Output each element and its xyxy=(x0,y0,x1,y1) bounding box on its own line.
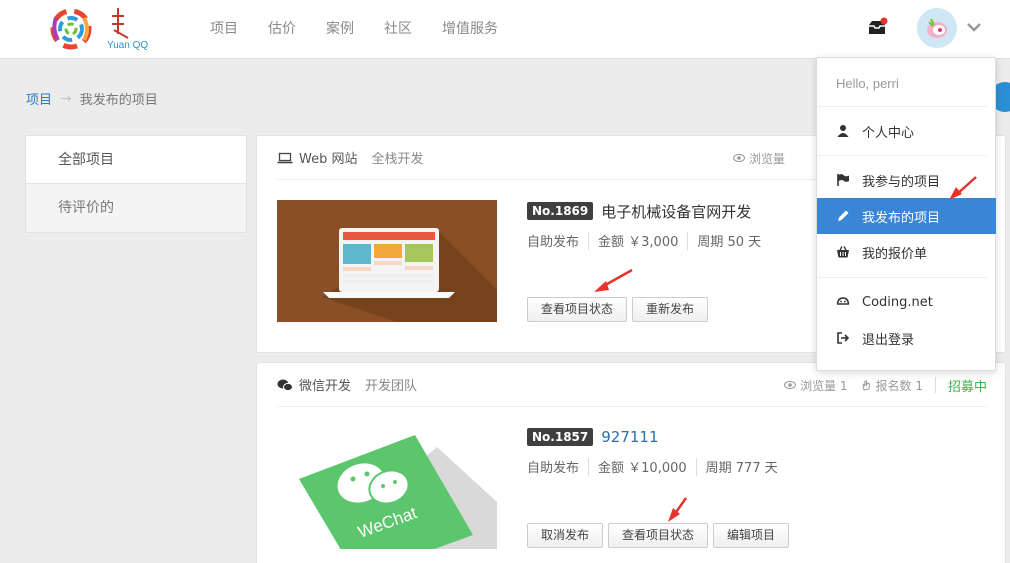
nav-projects[interactable]: 项目 xyxy=(210,18,238,38)
user-dropdown-menu: Hello, perri 个人中心 我参与的项目 我发布的项目 我的报价单 Co… xyxy=(816,57,996,371)
nav-community[interactable]: 社区 xyxy=(384,18,412,38)
project-category: Web 网站 xyxy=(299,152,358,167)
sidebar-item-all[interactable]: 全部项目 xyxy=(26,136,246,184)
nav-estimate[interactable]: 估价 xyxy=(268,18,296,38)
view-status-button[interactable]: 查看项目状态 xyxy=(527,297,628,322)
project-period: 周期 50 天 xyxy=(697,235,762,250)
project-meta: 自助发布 金额 ￥10,000 周期 777 天 xyxy=(527,457,778,476)
menu-item-profile[interactable]: 个人中心 xyxy=(817,113,996,149)
chevron-down-icon[interactable] xyxy=(966,20,982,34)
eye-icon xyxy=(732,154,745,162)
menu-item-logout[interactable]: 退出登录 xyxy=(817,320,996,356)
laptop-icon xyxy=(277,151,293,165)
wechat-icon xyxy=(277,378,293,392)
site-logo[interactable]: Yuan QQ xyxy=(44,4,154,56)
project-amount: 金额 ￥10,000 xyxy=(598,461,687,476)
project-actions: 取消发布 查看项目状态 编辑项目 xyxy=(527,523,790,548)
inbox-icon[interactable] xyxy=(867,17,889,37)
project-info: No.1869 电子机械设备官网开发 自助发布 金额 ￥3,000 周期 50 … xyxy=(527,200,761,250)
applicants-stat: 报名数 1 xyxy=(860,377,923,394)
publish-type: 自助发布 xyxy=(527,235,580,250)
breadcrumb-separator: → xyxy=(60,90,72,107)
coding-icon xyxy=(836,295,850,309)
edit-project-button[interactable]: 编辑项目 xyxy=(713,523,790,548)
project-title[interactable]: 电子机械设备官网开发 xyxy=(601,201,751,222)
nav-cases[interactable]: 案例 xyxy=(326,18,354,38)
project-amount: 金额 ￥3,000 xyxy=(598,235,679,250)
project-filter-sidebar: 全部项目 待评价的 xyxy=(25,135,247,233)
logout-icon xyxy=(836,331,850,345)
publish-type: 自助发布 xyxy=(527,461,580,476)
avatar[interactable] xyxy=(917,8,957,48)
project-subcategory: 开发团队 xyxy=(365,379,418,394)
project-meta: 自助发布 金额 ￥3,000 周期 50 天 xyxy=(527,231,761,250)
project-number-badge: No.1869 xyxy=(527,202,594,220)
laptop-illustration xyxy=(277,200,497,322)
top-header: Yuan QQ 项目 估价 案例 社区 增值服务 xyxy=(0,0,1010,59)
project-number-badge: No.1857 xyxy=(527,428,594,446)
menu-item-coding-net[interactable]: Coding.net xyxy=(817,284,996,320)
annotation-arrow-icon xyxy=(668,497,688,522)
breadcrumb-current: 我发布的项目 xyxy=(79,93,158,108)
view-status-button[interactable]: 查看项目状态 xyxy=(608,523,709,548)
views-stat: 浏览量 1 xyxy=(784,377,848,394)
eye-icon xyxy=(784,381,797,389)
flag-icon xyxy=(836,173,850,187)
project-title[interactable]: 927111 xyxy=(601,428,658,446)
project-thumbnail[interactable]: WeChat xyxy=(277,427,497,549)
menu-item-published-projects[interactable]: 我发布的项目 xyxy=(817,198,996,234)
breadcrumb: 项目 → 我发布的项目 xyxy=(26,89,158,109)
breadcrumb-root[interactable]: 项目 xyxy=(26,89,52,108)
status-badge: 招募中 xyxy=(947,379,987,395)
project-thumbnail[interactable] xyxy=(277,200,497,322)
menu-item-quotes[interactable]: 我的报价单 xyxy=(817,234,996,270)
project-category: 微信开发 xyxy=(299,379,352,394)
annotation-arrow-icon xyxy=(949,176,977,200)
project-actions: 查看项目状态 重新发布 xyxy=(527,297,709,322)
pencil-icon xyxy=(836,209,850,223)
user-greeting: Hello, perri xyxy=(836,76,899,91)
sidebar-item-pending-review[interactable]: 待评价的 xyxy=(26,184,246,232)
cancel-publish-button[interactable]: 取消发布 xyxy=(527,523,604,548)
annotation-arrow-icon xyxy=(594,268,633,292)
project-period: 周期 777 天 xyxy=(705,461,778,476)
hand-icon xyxy=(861,380,870,391)
republish-button[interactable]: 重新发布 xyxy=(632,297,709,322)
project-info: No.1857 927111 自助发布 金额 ￥10,000 周期 777 天 xyxy=(527,426,778,476)
main-nav: 项目 估价 案例 社区 增值服务 xyxy=(210,18,498,38)
nav-value-added[interactable]: 增值服务 xyxy=(442,18,498,38)
user-icon xyxy=(836,124,850,138)
project-card: 微信开发 开发团队 浏览量 1 报名数 1 招募中 WeChat No.1857… xyxy=(256,362,1006,563)
project-subcategory: 全栈开发 xyxy=(371,152,424,167)
basket-icon xyxy=(836,245,850,259)
views-stat: 浏览量 xyxy=(732,150,785,167)
logo-text: Yuan QQ xyxy=(107,40,149,51)
